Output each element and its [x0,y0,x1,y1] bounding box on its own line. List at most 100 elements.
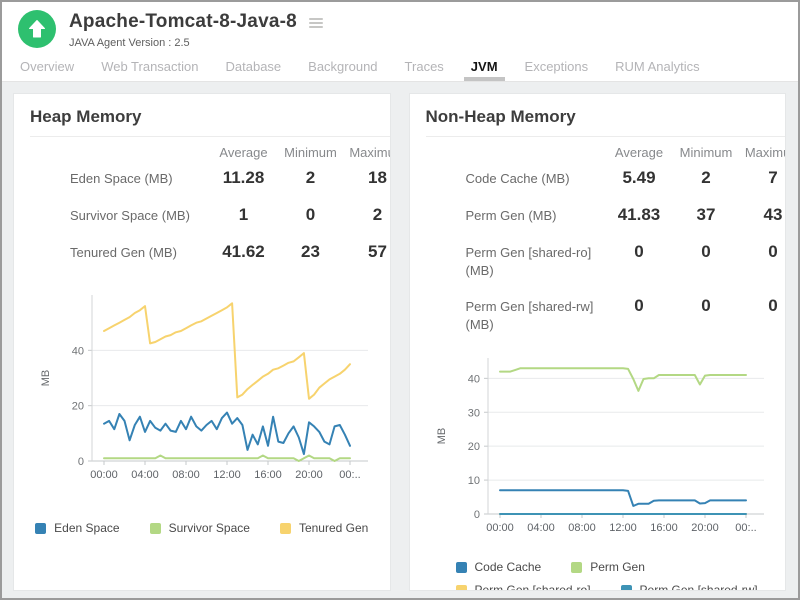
y-axis-title: MB [40,370,52,387]
cell-average: 0 [606,242,673,262]
series-code-cache [500,490,746,506]
y-tick-label: 0 [78,456,84,468]
x-tick-label: 00:00 [486,522,514,534]
table-row: Eden Space (MB) 11.28 2 18 [30,160,390,197]
tab-bar: Overview Web Transaction Database Backgr… [2,51,798,82]
cell-average: 5.49 [606,168,673,188]
x-tick-label: 16:00 [650,522,678,534]
cell-minimum: 23 [277,242,344,262]
cell-maximum: 18 [344,168,391,188]
x-tick-label: 20:00 [295,469,323,481]
page-title: Apache-Tomcat-8-Java-8 [69,11,297,33]
cell-maximum: 0 [740,242,787,262]
series-eden-space [104,413,350,455]
y-tick-label: 40 [72,345,84,357]
legend-item-perm-gen-shared-ro[interactable]: Perm Gen [shared-ro] [456,583,591,591]
x-tick-label: 00:.. [339,469,360,481]
panel-title-non-heap: Non-Heap Memory [410,94,786,136]
y-tick-label: 30 [467,407,479,419]
table-row: Perm Gen (MB) 41.83 37 43 [426,197,786,234]
table-row: Perm Gen [shared-rw] (MB) 0 0 0 [426,288,786,342]
heap-metric-table: Average Minimum Maximum Eden Space (MB) … [14,145,390,271]
table-header-row: Average Minimum Maximum [30,145,390,160]
panel-title-heap: Heap Memory [14,94,390,136]
legend-swatch [571,562,582,573]
legend-item-tenured-gen[interactable]: Tenured Gen [280,521,368,535]
legend-row: Code Cache Perm Gen [456,560,645,574]
col-header-minimum: Minimum [673,145,740,160]
tab-web-transaction[interactable]: Web Transaction [101,51,198,81]
series-perm-gen [500,368,746,391]
col-header-average: Average [210,145,277,160]
heap-memory-chart: 0204000:0004:0008:0012:0016:0020:0000:..… [36,285,368,491]
legend-swatch [456,585,467,591]
cell-average: 0 [606,296,673,316]
legend-label: Eden Space [54,521,119,535]
legend-item-eden-space[interactable]: Eden Space [35,521,119,535]
tab-background[interactable]: Background [308,51,377,81]
table-row: Code Cache (MB) 5.49 2 7 [426,160,786,197]
legend-row: Perm Gen [shared-ro] Perm Gen [shared-rw] [456,583,758,591]
x-tick-label: 20:00 [691,522,719,534]
cell-maximum: 43 [740,205,787,225]
cell-minimum: 0 [673,296,740,316]
legend-swatch [280,523,291,534]
legend-item-perm-gen-shared-rw[interactable]: Perm Gen [shared-rw] [621,583,758,591]
cell-minimum: 0 [673,242,740,262]
legend-label: Perm Gen [shared-ro] [475,583,591,591]
row-label: Eden Space (MB) [30,170,210,188]
legend-swatch [150,523,161,534]
x-tick-label: 08:00 [568,522,596,534]
app-header: Apache-Tomcat-8-Java-8 JAVA Agent Versio… [2,2,798,49]
tab-rum-analytics[interactable]: RUM Analytics [615,51,700,81]
y-axis-title: MB [436,428,448,445]
col-header-maximum: Maximum [344,145,391,160]
x-tick-label: 16:00 [254,469,282,481]
dashboard-content: Heap Memory Average Minimum Maximum Eden… [2,82,798,600]
non-heap-chart-legend: Code CachePerm GenPerm Gen [shared-ro]Pe… [410,560,786,591]
series-survivor-space [104,456,350,462]
cell-maximum: 7 [740,168,787,188]
table-row: Survivor Space (MB) 1 0 2 [30,197,390,234]
row-label: Perm Gen (MB) [426,207,606,225]
divider [30,136,390,137]
legend-label: Perm Gen [590,560,645,574]
cell-maximum: 2 [344,205,391,225]
y-tick-label: 0 [473,509,479,521]
legend-label: Perm Gen [shared-rw] [640,583,758,591]
x-tick-label: 12:00 [213,469,241,481]
legend-label: Code Cache [475,560,542,574]
cell-maximum: 0 [740,296,787,316]
heap-memory-panel: Heap Memory Average Minimum Maximum Eden… [13,93,391,591]
non-heap-metric-table: Average Minimum Maximum Code Cache (MB) … [410,145,786,342]
tab-database[interactable]: Database [226,51,282,81]
x-tick-label: 00:00 [90,469,118,481]
divider [426,136,786,137]
col-header-maximum: Maximum [740,145,787,160]
hamburger-menu-icon[interactable] [309,14,323,30]
cell-average: 1 [210,205,277,225]
tab-jvm[interactable]: JVM [471,51,498,81]
tab-traces[interactable]: Traces [405,51,444,81]
col-header-average: Average [606,145,673,160]
x-tick-label: 04:00 [527,522,555,534]
row-label: Perm Gen [shared-rw] (MB) [426,298,606,333]
non-heap-memory-panel: Non-Heap Memory Average Minimum Maximum … [409,93,787,591]
y-tick-label: 20 [467,441,479,453]
legend-item-code-cache[interactable]: Code Cache [456,560,542,574]
x-tick-label: 00:.. [735,522,756,534]
agent-version-label: JAVA Agent Version : 2.5 [69,37,323,49]
row-label: Perm Gen [shared-ro] (MB) [426,244,606,279]
legend-item-perm-gen[interactable]: Perm Gen [571,560,645,574]
legend-item-survivor-space[interactable]: Survivor Space [150,521,250,535]
y-tick-label: 10 [467,475,479,487]
non-heap-memory-chart: 01020304000:0004:0008:0012:0016:0020:000… [432,348,764,544]
legend-swatch [621,585,632,591]
y-tick-label: 40 [467,374,479,386]
cell-average: 11.28 [210,168,277,188]
tab-exceptions[interactable]: Exceptions [525,51,589,81]
tab-overview[interactable]: Overview [20,51,74,81]
table-header-row: Average Minimum Maximum [426,145,786,160]
row-label: Code Cache (MB) [426,170,606,188]
table-row: Perm Gen [shared-ro] (MB) 0 0 0 [426,234,786,288]
